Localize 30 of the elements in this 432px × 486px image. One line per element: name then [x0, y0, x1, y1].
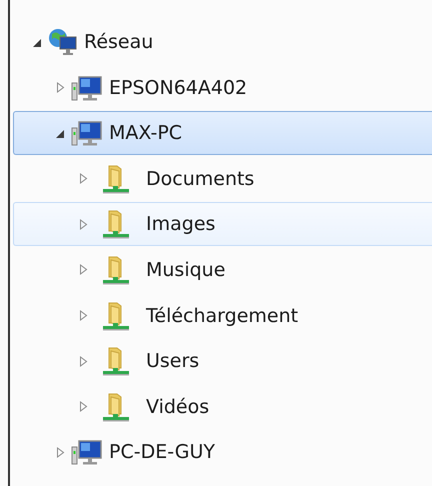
tree-item[interactable]: Vidéos: [13, 384, 432, 429]
shared-folder-icon: [100, 346, 132, 376]
tree-item[interactable]: EPSON64A402: [13, 66, 432, 110]
tree-item[interactable]: Téléchargement: [13, 294, 432, 338]
collapse-arrow-icon[interactable]: [32, 36, 43, 48]
tree-item[interactable]: PC-DE-GUY: [13, 430, 432, 474]
tree-item[interactable]: Musique: [13, 248, 432, 292]
expand-arrow-icon[interactable]: [78, 264, 89, 276]
expand-arrow-icon[interactable]: [78, 310, 89, 322]
tree-item[interactable]: Images: [13, 202, 432, 246]
shared-folder-icon: [100, 254, 132, 285]
expand-arrow-icon[interactable]: [78, 218, 89, 230]
expand-arrow-icon[interactable]: [55, 446, 66, 458]
expand-arrow-icon[interactable]: [78, 356, 89, 367]
collapse-arrow-icon[interactable]: [55, 128, 66, 139]
tree-item[interactable]: MAX-PC: [13, 111, 432, 156]
tree-item[interactable]: Réseau: [13, 20, 432, 64]
expand-arrow-icon[interactable]: [55, 82, 66, 94]
network-icon: [48, 28, 78, 56]
expand-arrow-icon[interactable]: [78, 401, 89, 412]
computer-icon: [71, 119, 103, 148]
shared-folder-icon: [100, 392, 132, 422]
computer-icon: [71, 438, 103, 466]
shared-folder-icon: [100, 164, 132, 194]
tree-item[interactable]: Users: [13, 339, 432, 384]
tree-item[interactable]: Documents: [13, 156, 432, 201]
shared-folder-icon: [100, 209, 132, 240]
computer-icon: [71, 74, 103, 102]
expand-arrow-icon[interactable]: [78, 173, 89, 184]
shared-folder-icon: [100, 300, 132, 331]
